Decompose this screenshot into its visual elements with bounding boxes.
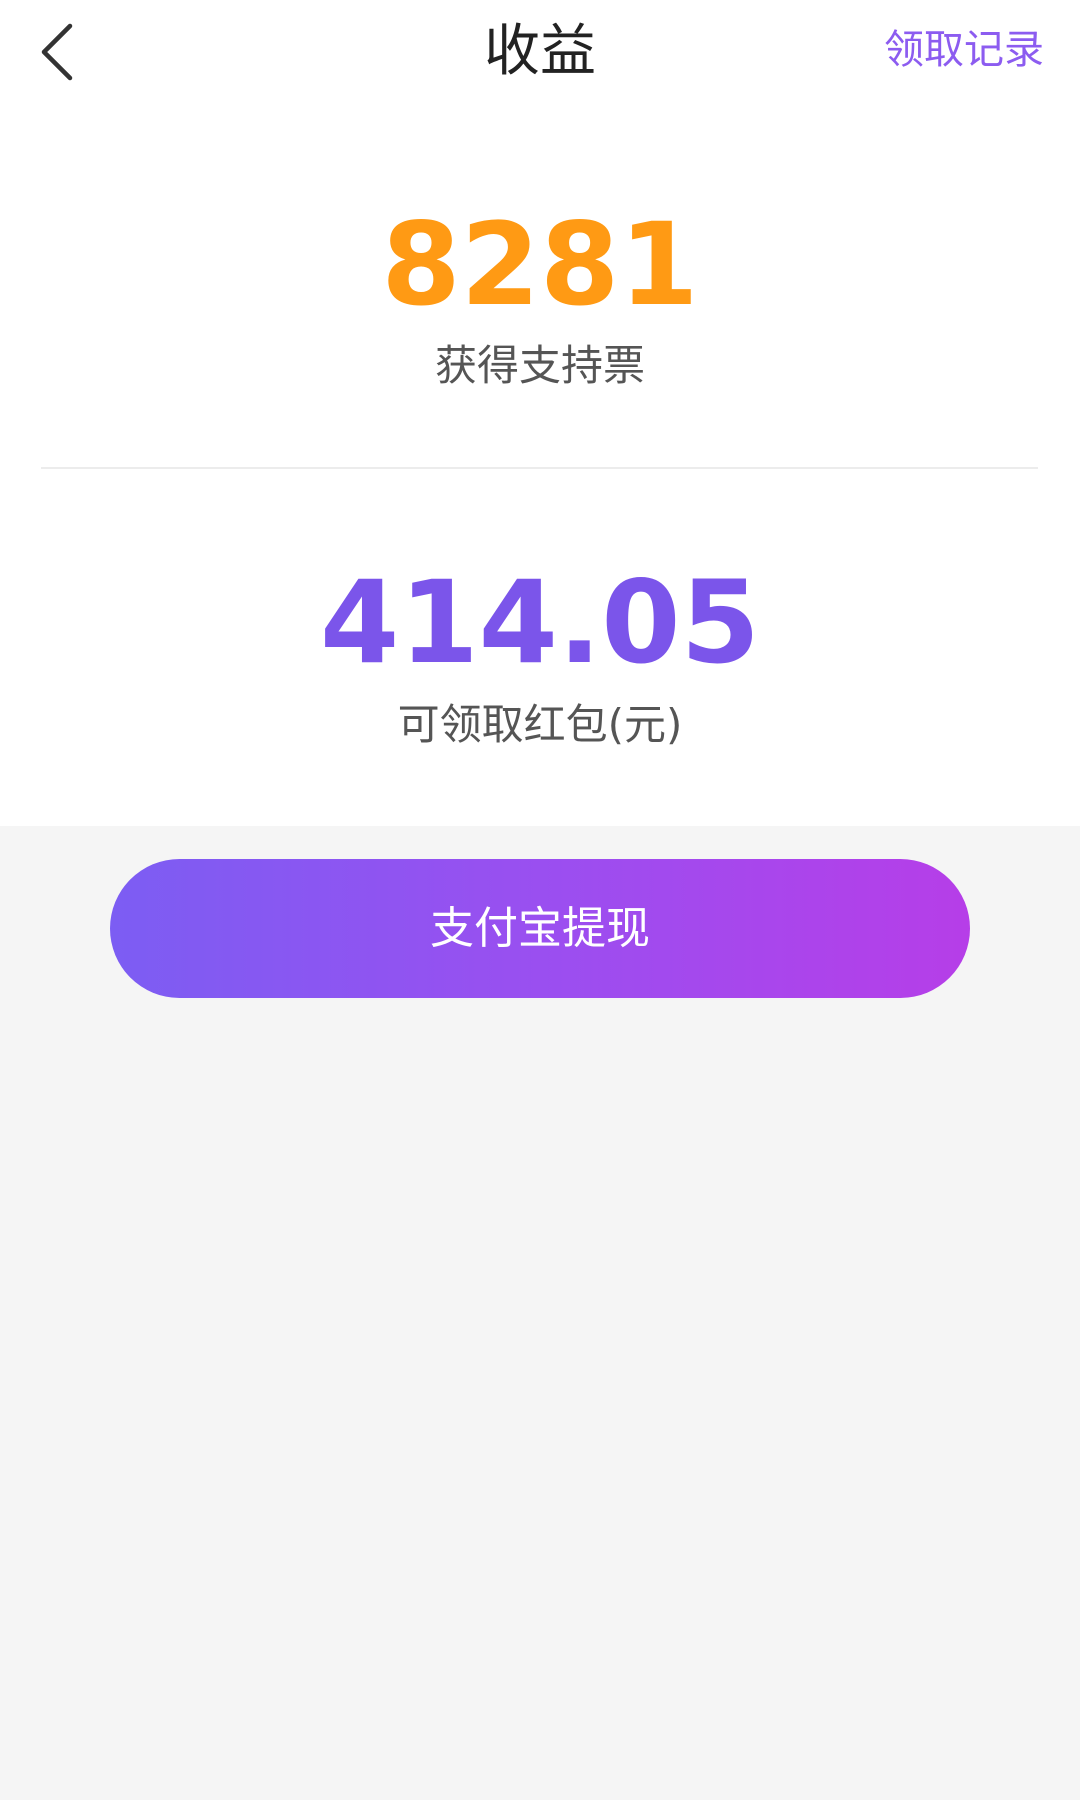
chevron-left-icon [41,23,73,81]
back-button[interactable] [22,10,106,94]
top-navigation-bar: 收益 领取记录 [0,0,1080,104]
claim-records-link[interactable]: 领取记录 [884,0,1044,100]
support-votes-value: 8281 [381,198,699,331]
divider [41,467,1038,469]
alipay-withdraw-button[interactable]: 支付宝提现 [110,859,970,998]
red-packet-amount: 414.05 [320,556,760,689]
earnings-summary-panel: 收益 领取记录 8281 获得支持票 414.05 可领取红包(元) [0,0,1080,826]
support-votes-label: 获得支持票 [434,341,645,390]
red-packet-label: 可领取红包(元) [397,700,683,749]
